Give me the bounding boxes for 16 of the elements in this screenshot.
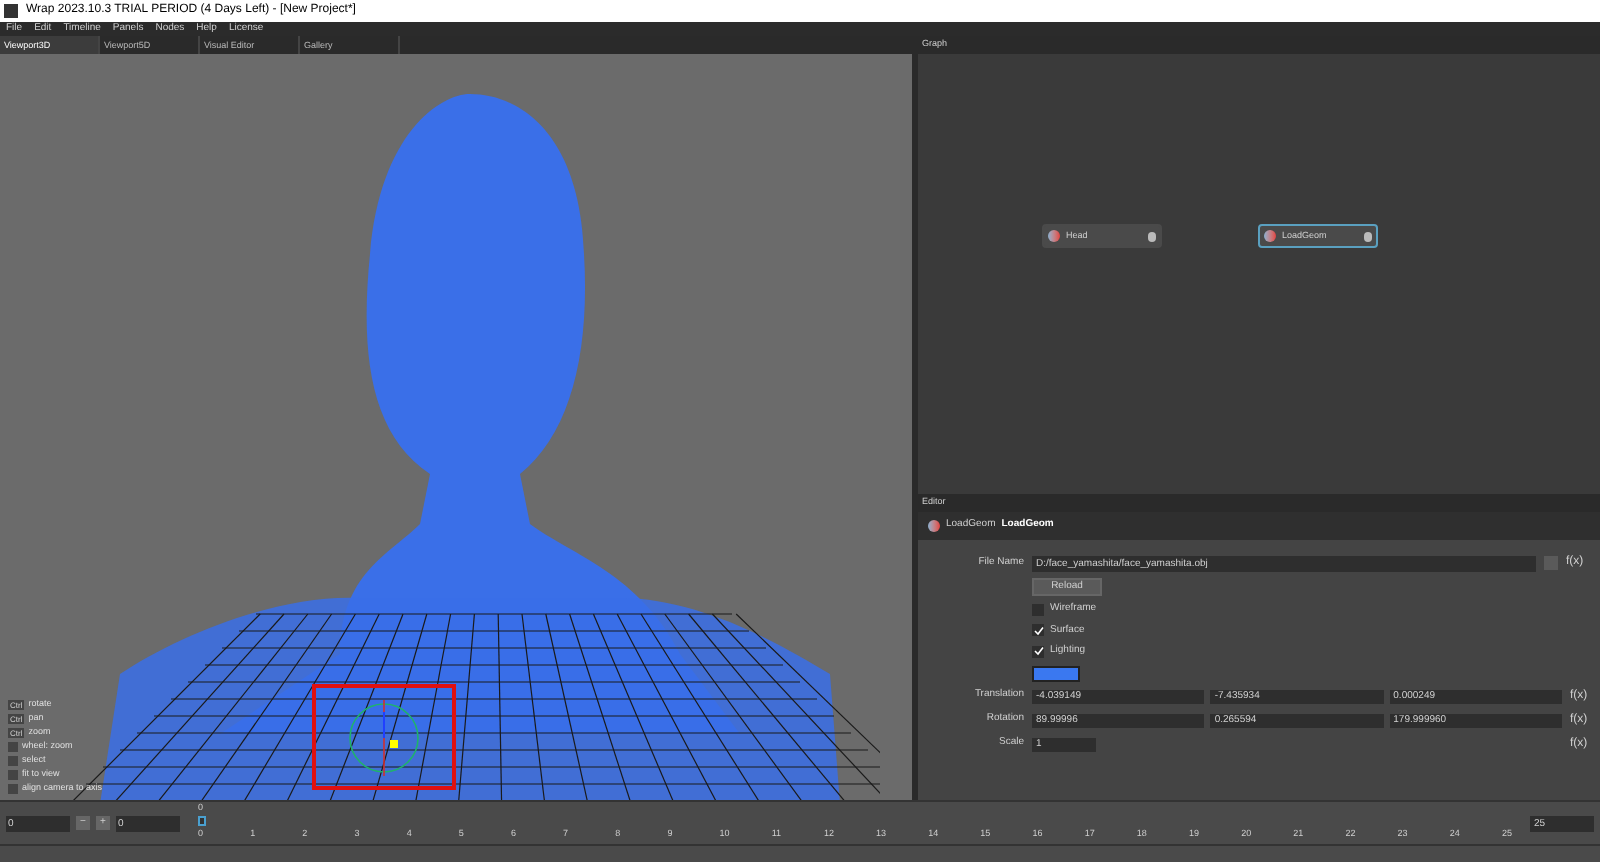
key-icon xyxy=(8,769,18,779)
transform-gizmo-icon xyxy=(344,696,424,780)
key-icon xyxy=(8,755,18,765)
key-icon xyxy=(8,741,18,751)
node-icon xyxy=(1048,230,1060,242)
checkbox[interactable] xyxy=(1032,645,1044,658)
node-icon xyxy=(1264,230,1276,242)
bulb-icon xyxy=(1148,231,1156,241)
color-swatch[interactable] xyxy=(1032,665,1080,681)
checkbox[interactable] xyxy=(1032,624,1044,637)
bulb-icon xyxy=(1364,231,1372,241)
playhead-handle[interactable] xyxy=(198,815,206,825)
selection-rectangle xyxy=(312,684,456,790)
app-icon xyxy=(4,4,18,18)
node-icon xyxy=(928,520,940,532)
key-icon xyxy=(8,783,18,793)
